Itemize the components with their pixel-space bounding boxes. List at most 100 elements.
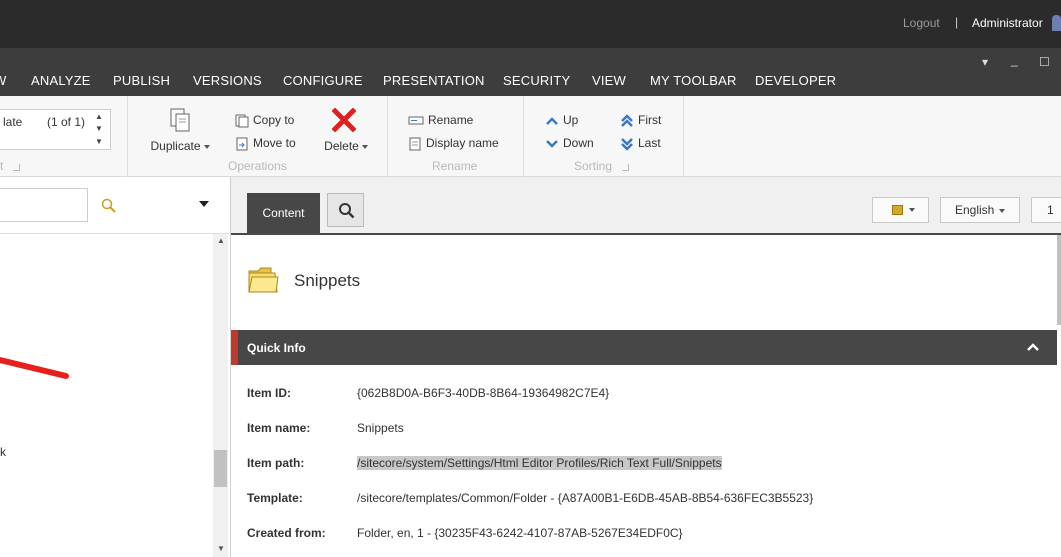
chunk-expand-icon[interactable] bbox=[622, 164, 629, 171]
spin-up-icon[interactable]: ▲ bbox=[95, 112, 103, 121]
folder-icon bbox=[248, 267, 279, 293]
scroll-up-icon[interactable]: ▲ bbox=[217, 236, 225, 245]
copy-to-label: Copy to bbox=[253, 113, 295, 127]
sort-down-button[interactable]: Down bbox=[545, 136, 594, 150]
display-name-icon bbox=[409, 137, 421, 151]
display-name-label: Display name bbox=[426, 136, 499, 150]
field-label: Created from: bbox=[247, 526, 326, 540]
chunk-divider bbox=[387, 96, 388, 177]
scroll-down-icon[interactable]: ▼ bbox=[217, 544, 225, 553]
version-selector[interactable]: late (1 of 1) ▲ ▼ ▼ bbox=[0, 109, 111, 150]
tab-content[interactable]: Content bbox=[247, 193, 320, 235]
user-name[interactable]: Administrator bbox=[972, 16, 1043, 30]
search-icon[interactable] bbox=[101, 198, 117, 214]
copy-to-icon bbox=[235, 114, 249, 128]
ribbon: late (1 of 1) ▲ ▼ ▼ t Duplicate Copy to … bbox=[0, 96, 1061, 177]
annotation-arrow bbox=[0, 357, 69, 379]
item-title: Snippets bbox=[294, 271, 361, 290]
sort-first-button[interactable]: First bbox=[620, 113, 661, 128]
editor-scrollbar[interactable] bbox=[1057, 235, 1061, 325]
sort-first-label: First bbox=[638, 113, 662, 127]
tree-scrollbar[interactable]: ▲ ▼ bbox=[213, 234, 228, 557]
chunk-expand-icon[interactable] bbox=[13, 164, 20, 171]
double-up-arrow-icon bbox=[621, 114, 633, 127]
item-header: Snippets bbox=[231, 235, 1061, 330]
topbar-separator: | bbox=[955, 15, 959, 29]
field-value: /sitecore/templates/Common/Folder - {A87… bbox=[357, 491, 814, 505]
version-label: 1 bbox=[1047, 203, 1054, 217]
top-bar: Logout | Administrator bbox=[0, 0, 1061, 48]
content-editor-pane: Content English 1 Snippets Quick Info It… bbox=[231, 177, 1061, 557]
tab-view[interactable]: VIEW bbox=[592, 73, 626, 88]
language-dropdown[interactable]: English bbox=[940, 197, 1020, 223]
chunk-divider bbox=[127, 96, 128, 177]
field-value: Folder, en, 1 - {30235F43-6242-4107-87AB… bbox=[357, 526, 683, 540]
editor-tab-strip: Content English 1 bbox=[231, 177, 1061, 235]
field-label: Item name: bbox=[247, 421, 311, 435]
field-label: Item path: bbox=[247, 456, 305, 470]
tab-security[interactable]: SECURITY bbox=[503, 73, 570, 88]
maximize-icon[interactable]: ☐ bbox=[1039, 55, 1050, 69]
sort-up-button[interactable]: Up bbox=[545, 113, 578, 127]
up-arrow-icon bbox=[546, 117, 558, 125]
section-accent bbox=[231, 330, 238, 365]
version-dropdown-icon[interactable]: ▼ bbox=[95, 137, 103, 146]
ribbon-options-icon[interactable]: ▾ bbox=[982, 55, 988, 69]
scrollbar-thumb[interactable] bbox=[214, 450, 227, 487]
rename-label: Rename bbox=[428, 113, 474, 127]
sort-last-button[interactable]: Last bbox=[620, 136, 661, 151]
version-count: (1 of 1) bbox=[47, 115, 86, 129]
move-to-button[interactable]: Move to bbox=[235, 136, 296, 151]
chevron-up-icon[interactable] bbox=[1026, 340, 1040, 354]
sort-last-label: Last bbox=[638, 136, 661, 150]
operations-chunk-title: Operations bbox=[228, 159, 287, 173]
chunk-divider bbox=[683, 96, 684, 177]
field-label: Template: bbox=[247, 491, 303, 505]
delete-icon bbox=[332, 108, 356, 132]
tab-developer[interactable]: DEVELOPER bbox=[755, 73, 836, 88]
field-value: Snippets bbox=[357, 421, 404, 435]
move-to-label: Move to bbox=[253, 136, 296, 150]
minimize-icon[interactable]: _ bbox=[1011, 53, 1018, 67]
search-options-dropdown-icon[interactable] bbox=[199, 201, 209, 207]
notifications-dropdown-button[interactable] bbox=[872, 197, 929, 223]
tab-view-partial[interactable]: W bbox=[0, 73, 6, 88]
tab-presentation[interactable]: PRESENTATION bbox=[383, 73, 485, 88]
tab-my-toolbar[interactable]: MY TOOLBAR bbox=[650, 73, 737, 88]
sort-down-label: Down bbox=[563, 136, 594, 150]
delete-label: Delete bbox=[324, 139, 359, 153]
version-selector-text: late bbox=[3, 115, 23, 129]
spin-down-icon[interactable]: ▼ bbox=[95, 124, 103, 133]
duplicate-button[interactable]: Duplicate bbox=[148, 108, 212, 153]
tab-versions[interactable]: VERSIONS bbox=[193, 73, 262, 88]
delete-button[interactable]: Delete bbox=[321, 108, 371, 153]
tree-item-fragment[interactable]: k bbox=[0, 445, 6, 459]
move-to-icon bbox=[236, 137, 248, 151]
double-down-arrow-icon bbox=[621, 137, 633, 151]
duplicate-icon bbox=[170, 108, 190, 132]
tab-publish[interactable]: PUBLISH bbox=[113, 73, 170, 88]
user-avatar-icon[interactable] bbox=[1052, 15, 1061, 31]
display-name-button[interactable]: Display name bbox=[408, 136, 499, 151]
divider bbox=[0, 233, 231, 234]
ribbon-tab-bar: W ANALYZE PUBLISH VERSIONS CONFIGURE PRE… bbox=[0, 48, 1061, 96]
version-dropdown[interactable]: 1 bbox=[1031, 197, 1061, 223]
tab-configure[interactable]: CONFIGURE bbox=[283, 73, 363, 88]
tab-analyze[interactable]: ANALYZE bbox=[31, 73, 91, 88]
tree-search-input[interactable] bbox=[0, 188, 88, 222]
tab-search[interactable] bbox=[327, 193, 364, 227]
search-icon bbox=[339, 203, 355, 219]
quick-info-section-header[interactable]: Quick Info bbox=[231, 330, 1057, 365]
language-label: English bbox=[955, 203, 995, 217]
sorting-chunk-title: Sorting bbox=[574, 159, 613, 173]
field-value-selected[interactable]: /sitecore/system/Settings/Html Editor Pr… bbox=[357, 456, 722, 470]
content-tree-pane: k ▲ ▼ bbox=[0, 177, 231, 557]
chunk-divider bbox=[523, 96, 524, 177]
duplicate-label: Duplicate bbox=[150, 139, 201, 153]
rename-button[interactable]: Rename bbox=[408, 113, 473, 127]
logout-link[interactable]: Logout bbox=[903, 16, 940, 30]
copy-to-button[interactable]: Copy to bbox=[235, 113, 294, 128]
rename-icon bbox=[408, 116, 424, 125]
sort-up-label: Up bbox=[563, 113, 579, 127]
flag-icon bbox=[892, 205, 903, 215]
